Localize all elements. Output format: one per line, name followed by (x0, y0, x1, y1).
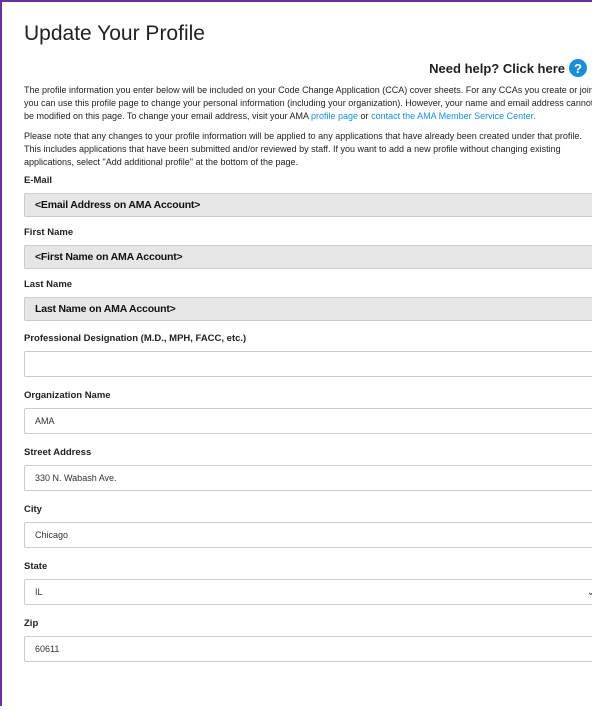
last-name-field: Last Name on AMA Account> (24, 297, 592, 321)
help-link[interactable]: Need help? Click here ? (24, 59, 592, 77)
organization-group: Organization Name AMA (24, 390, 592, 434)
state-select[interactable]: IL ⌄ (24, 579, 592, 605)
designation-input[interactable] (24, 351, 592, 377)
intro-paragraph: The profile information you enter below … (24, 85, 592, 121)
designation-group: Professional Designation (M.D., MPH, FAC… (24, 333, 592, 377)
question-circle-icon[interactable]: ? (569, 59, 587, 77)
profile-page-link[interactable]: profile page (311, 111, 358, 121)
last-name-label: Last Name (24, 279, 73, 290)
city-label: City (24, 504, 42, 515)
email-field: <Email Address on AMA Account> (24, 193, 592, 217)
organization-input[interactable]: AMA (24, 408, 592, 434)
email-label: E-Mail (24, 175, 52, 186)
city-group: City Chicago (24, 504, 592, 548)
chevron-down-icon[interactable]: ⌄ (587, 587, 592, 598)
first-name-field: <First Name on AMA Account> (24, 245, 592, 269)
first-name-label: First Name (24, 227, 74, 238)
street-input[interactable]: 330 N. Wabash Ave. (24, 465, 592, 491)
profile-frame: Update Your Profile Need help? Click her… (0, 0, 592, 706)
member-service-link[interactable]: contact the AMA Member Service Center. (371, 111, 536, 121)
state-group: State IL ⌄ (24, 561, 592, 605)
page-title: Update Your Profile (24, 22, 205, 45)
organization-label: Organization Name (24, 390, 111, 401)
street-group: Street Address 330 N. Wabash Ave. (24, 447, 592, 491)
state-selected-value: IL (35, 587, 43, 597)
designation-label: Professional Designation (M.D., MPH, FAC… (24, 333, 247, 344)
city-input[interactable]: Chicago (24, 522, 592, 548)
email-group: E-Mail <Email Address on AMA Account> (24, 175, 592, 217)
street-label: Street Address (24, 447, 92, 458)
zip-group: Zip 60611 (24, 618, 592, 662)
last-name-group: Last Name Last Name on AMA Account> (24, 279, 592, 321)
zip-label: Zip (24, 618, 39, 629)
state-label: State (24, 561, 48, 572)
help-label[interactable]: Need help? Click here (429, 61, 565, 76)
first-name-group: First Name <First Name on AMA Account> (24, 227, 592, 269)
profile-content: Update Your Profile Need help? Click her… (24, 2, 592, 662)
notice-paragraph: Please note that any changes to your pro… (24, 131, 582, 167)
zip-input[interactable]: 60611 (24, 636, 592, 662)
